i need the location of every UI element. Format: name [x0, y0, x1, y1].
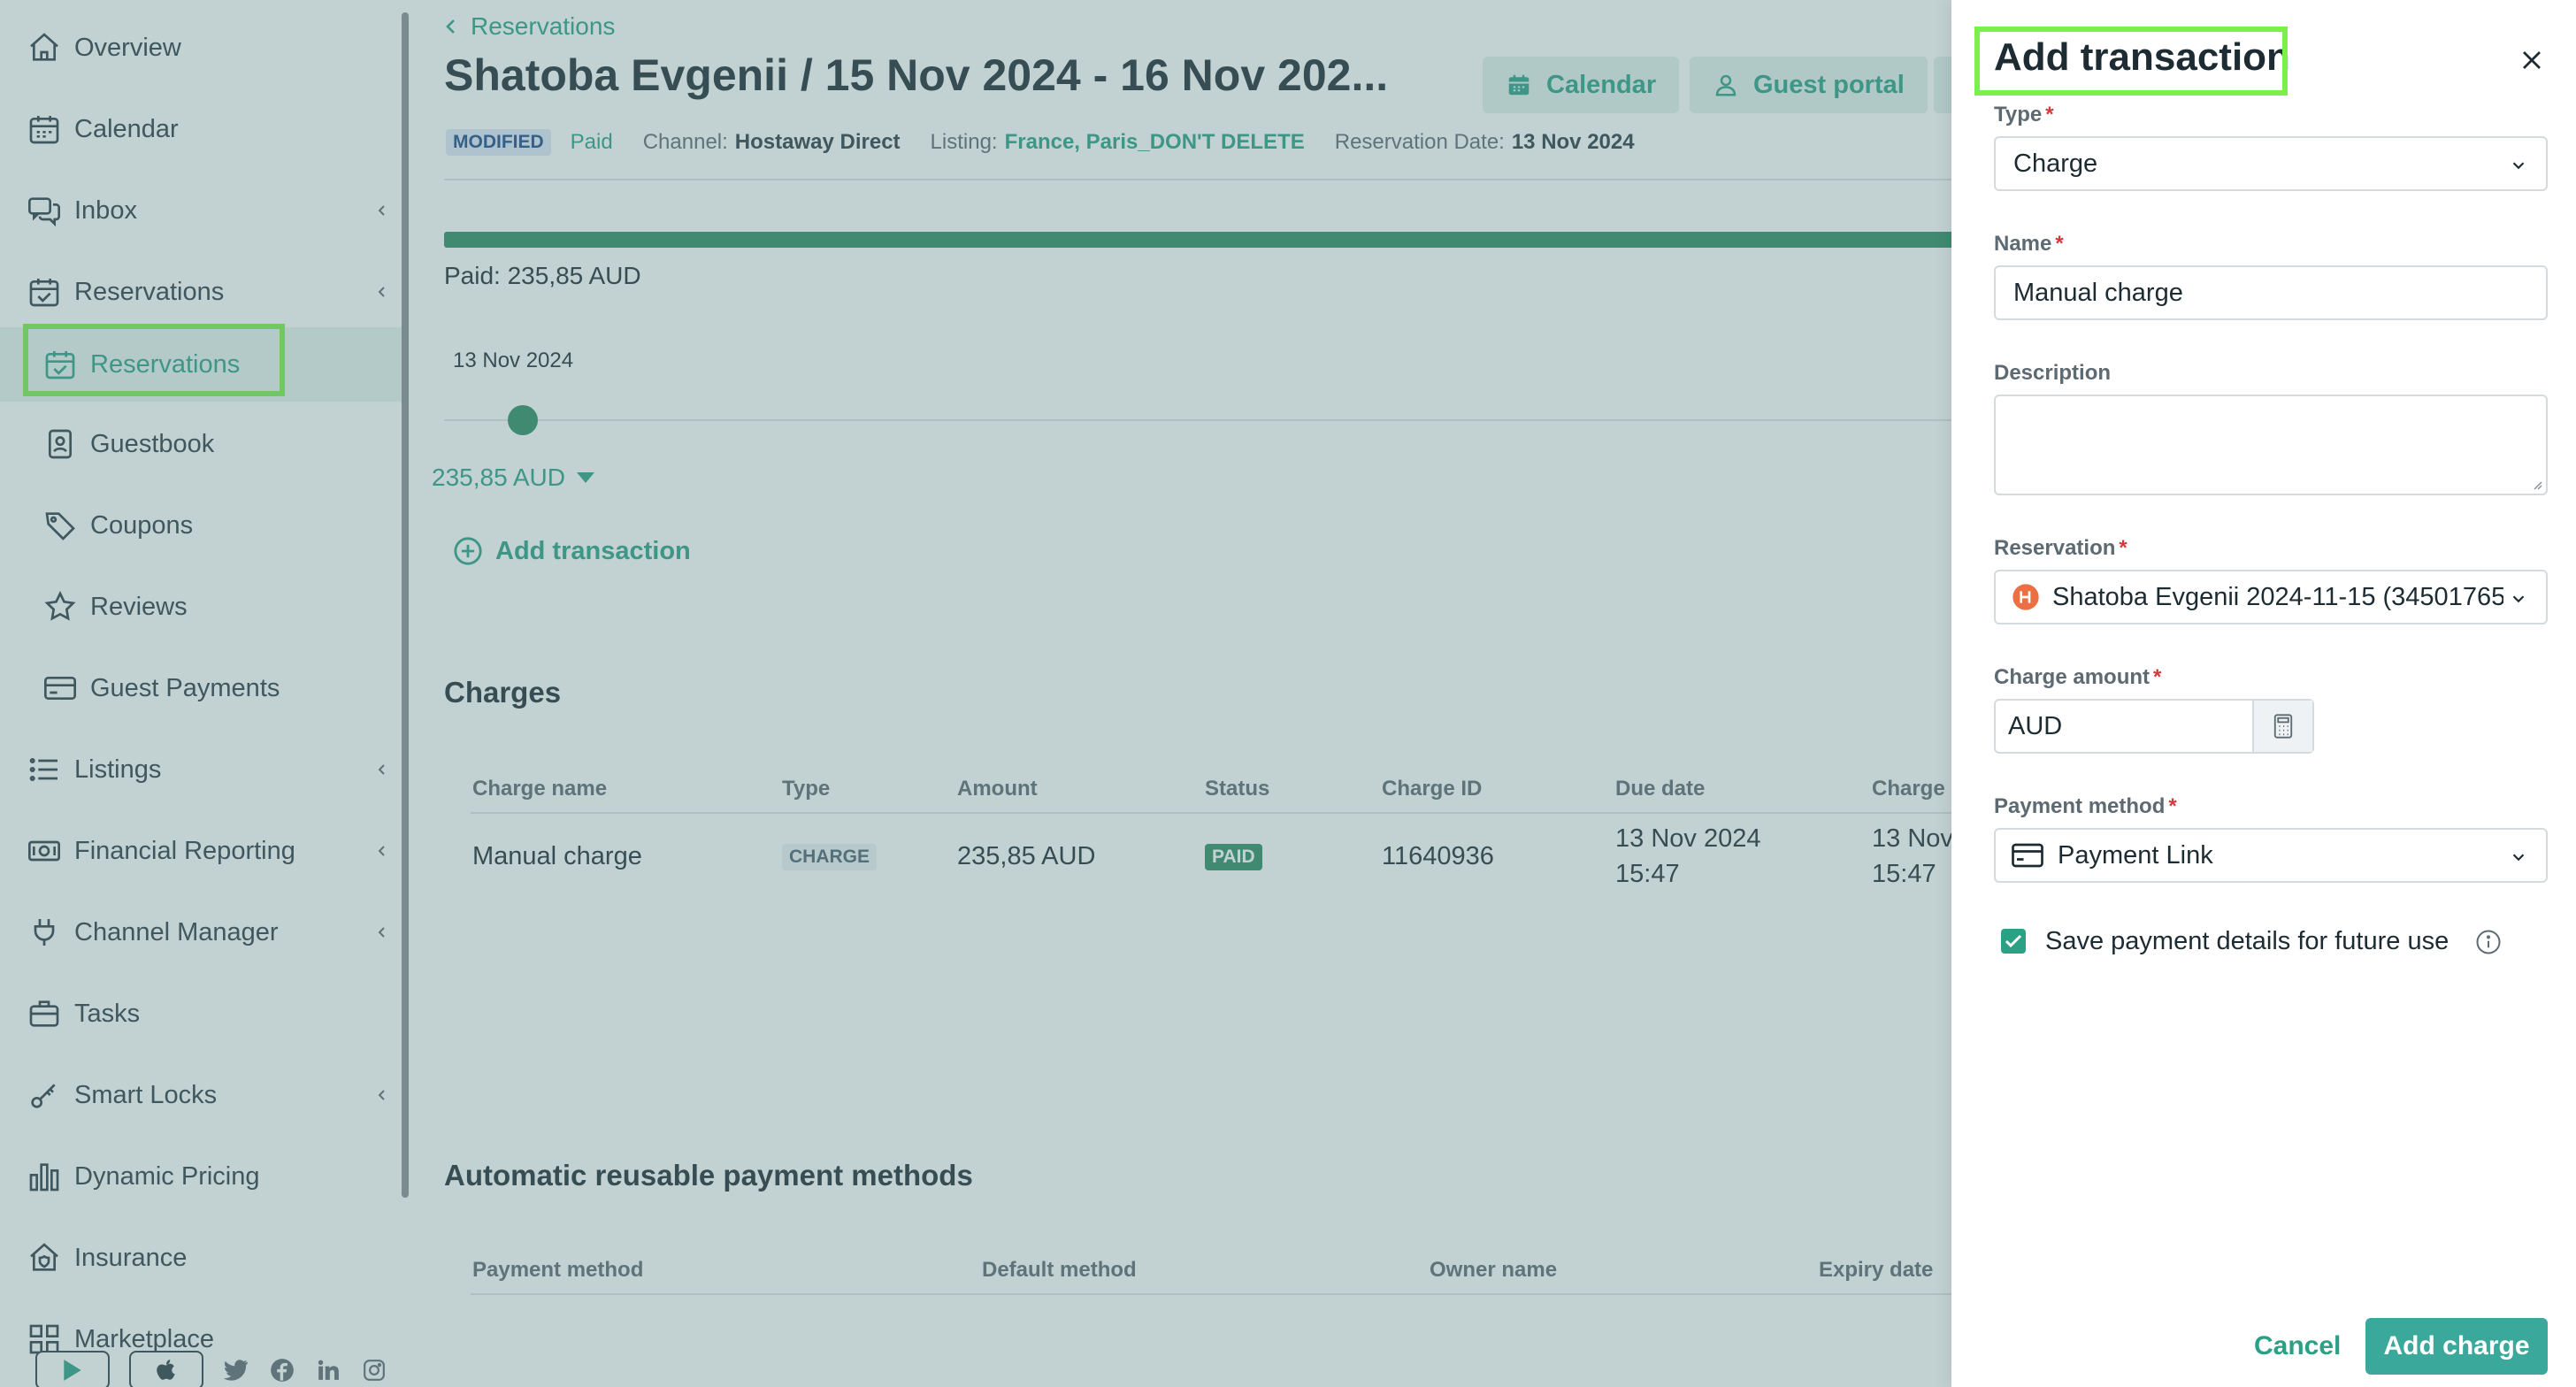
chevron-down-icon	[2509, 847, 2528, 867]
name-input-value: Manual charge	[2013, 278, 2183, 307]
add-charge-button[interactable]: Add charge	[2365, 1318, 2548, 1375]
save-payment-details-label[interactable]: Save payment details for future use	[2045, 927, 2449, 956]
payment-method-label: Payment method *	[1994, 794, 2177, 819]
required-marker: *	[2055, 232, 2064, 256]
chevron-down-icon	[2509, 156, 2528, 175]
currency-label: AUD	[2008, 711, 2063, 740]
info-icon[interactable]	[2475, 929, 2502, 955]
description-textarea[interactable]	[1994, 395, 2548, 495]
type-select[interactable]: Charge	[1994, 136, 2548, 191]
charge-amount-input[interactable]: AUD	[1994, 699, 2314, 754]
checkmark-icon	[2005, 934, 2022, 948]
name-label-text: Name	[1994, 232, 2052, 256]
payment-method-label-text: Payment method	[1994, 794, 2166, 818]
reservation-label: Reservation *	[1994, 536, 2128, 561]
required-marker: *	[2119, 536, 2128, 560]
charge-amount-label-text: Charge amount	[1994, 665, 2150, 689]
resize-handle-icon[interactable]	[2530, 478, 2542, 490]
chevron-down-icon	[2509, 589, 2528, 609]
save-payment-details-checkbox[interactable]	[2001, 929, 2026, 954]
calculator-icon[interactable]	[2252, 701, 2312, 752]
payment-method-value: Payment Link	[2058, 840, 2213, 870]
reservation-select[interactable]: Shatoba Evgenii 2024-11-15 (34501765	[1994, 570, 2548, 625]
type-label: Type *	[1994, 103, 2054, 127]
reservation-label-text: Reservation	[1994, 536, 2116, 560]
required-marker: *	[2153, 665, 2162, 689]
required-marker: *	[2168, 794, 2177, 818]
description-label: Description	[1994, 361, 2112, 385]
cancel-button[interactable]: Cancel	[2235, 1318, 2360, 1375]
required-marker: *	[2045, 103, 2054, 126]
payment-method-select[interactable]: Payment Link	[1994, 828, 2548, 883]
type-label-text: Type	[1994, 103, 2043, 126]
reservation-select-value: Shatoba Evgenii 2024-11-15 (34501765	[2052, 582, 2503, 611]
drawer-title: Add transaction	[1994, 35, 2290, 79]
type-select-value: Charge	[2013, 149, 2098, 178]
name-input[interactable]: Manual charge	[1994, 265, 2548, 320]
name-label: Name *	[1994, 232, 2064, 257]
charge-amount-label: Charge amount *	[1994, 665, 2161, 690]
add-transaction-drawer: Add transaction Type * Charge Name * Manua…	[1951, 0, 2576, 1387]
credit-card-icon	[2012, 843, 2043, 868]
channel-logo-icon	[2012, 583, 2040, 611]
close-icon[interactable]	[2516, 44, 2548, 76]
